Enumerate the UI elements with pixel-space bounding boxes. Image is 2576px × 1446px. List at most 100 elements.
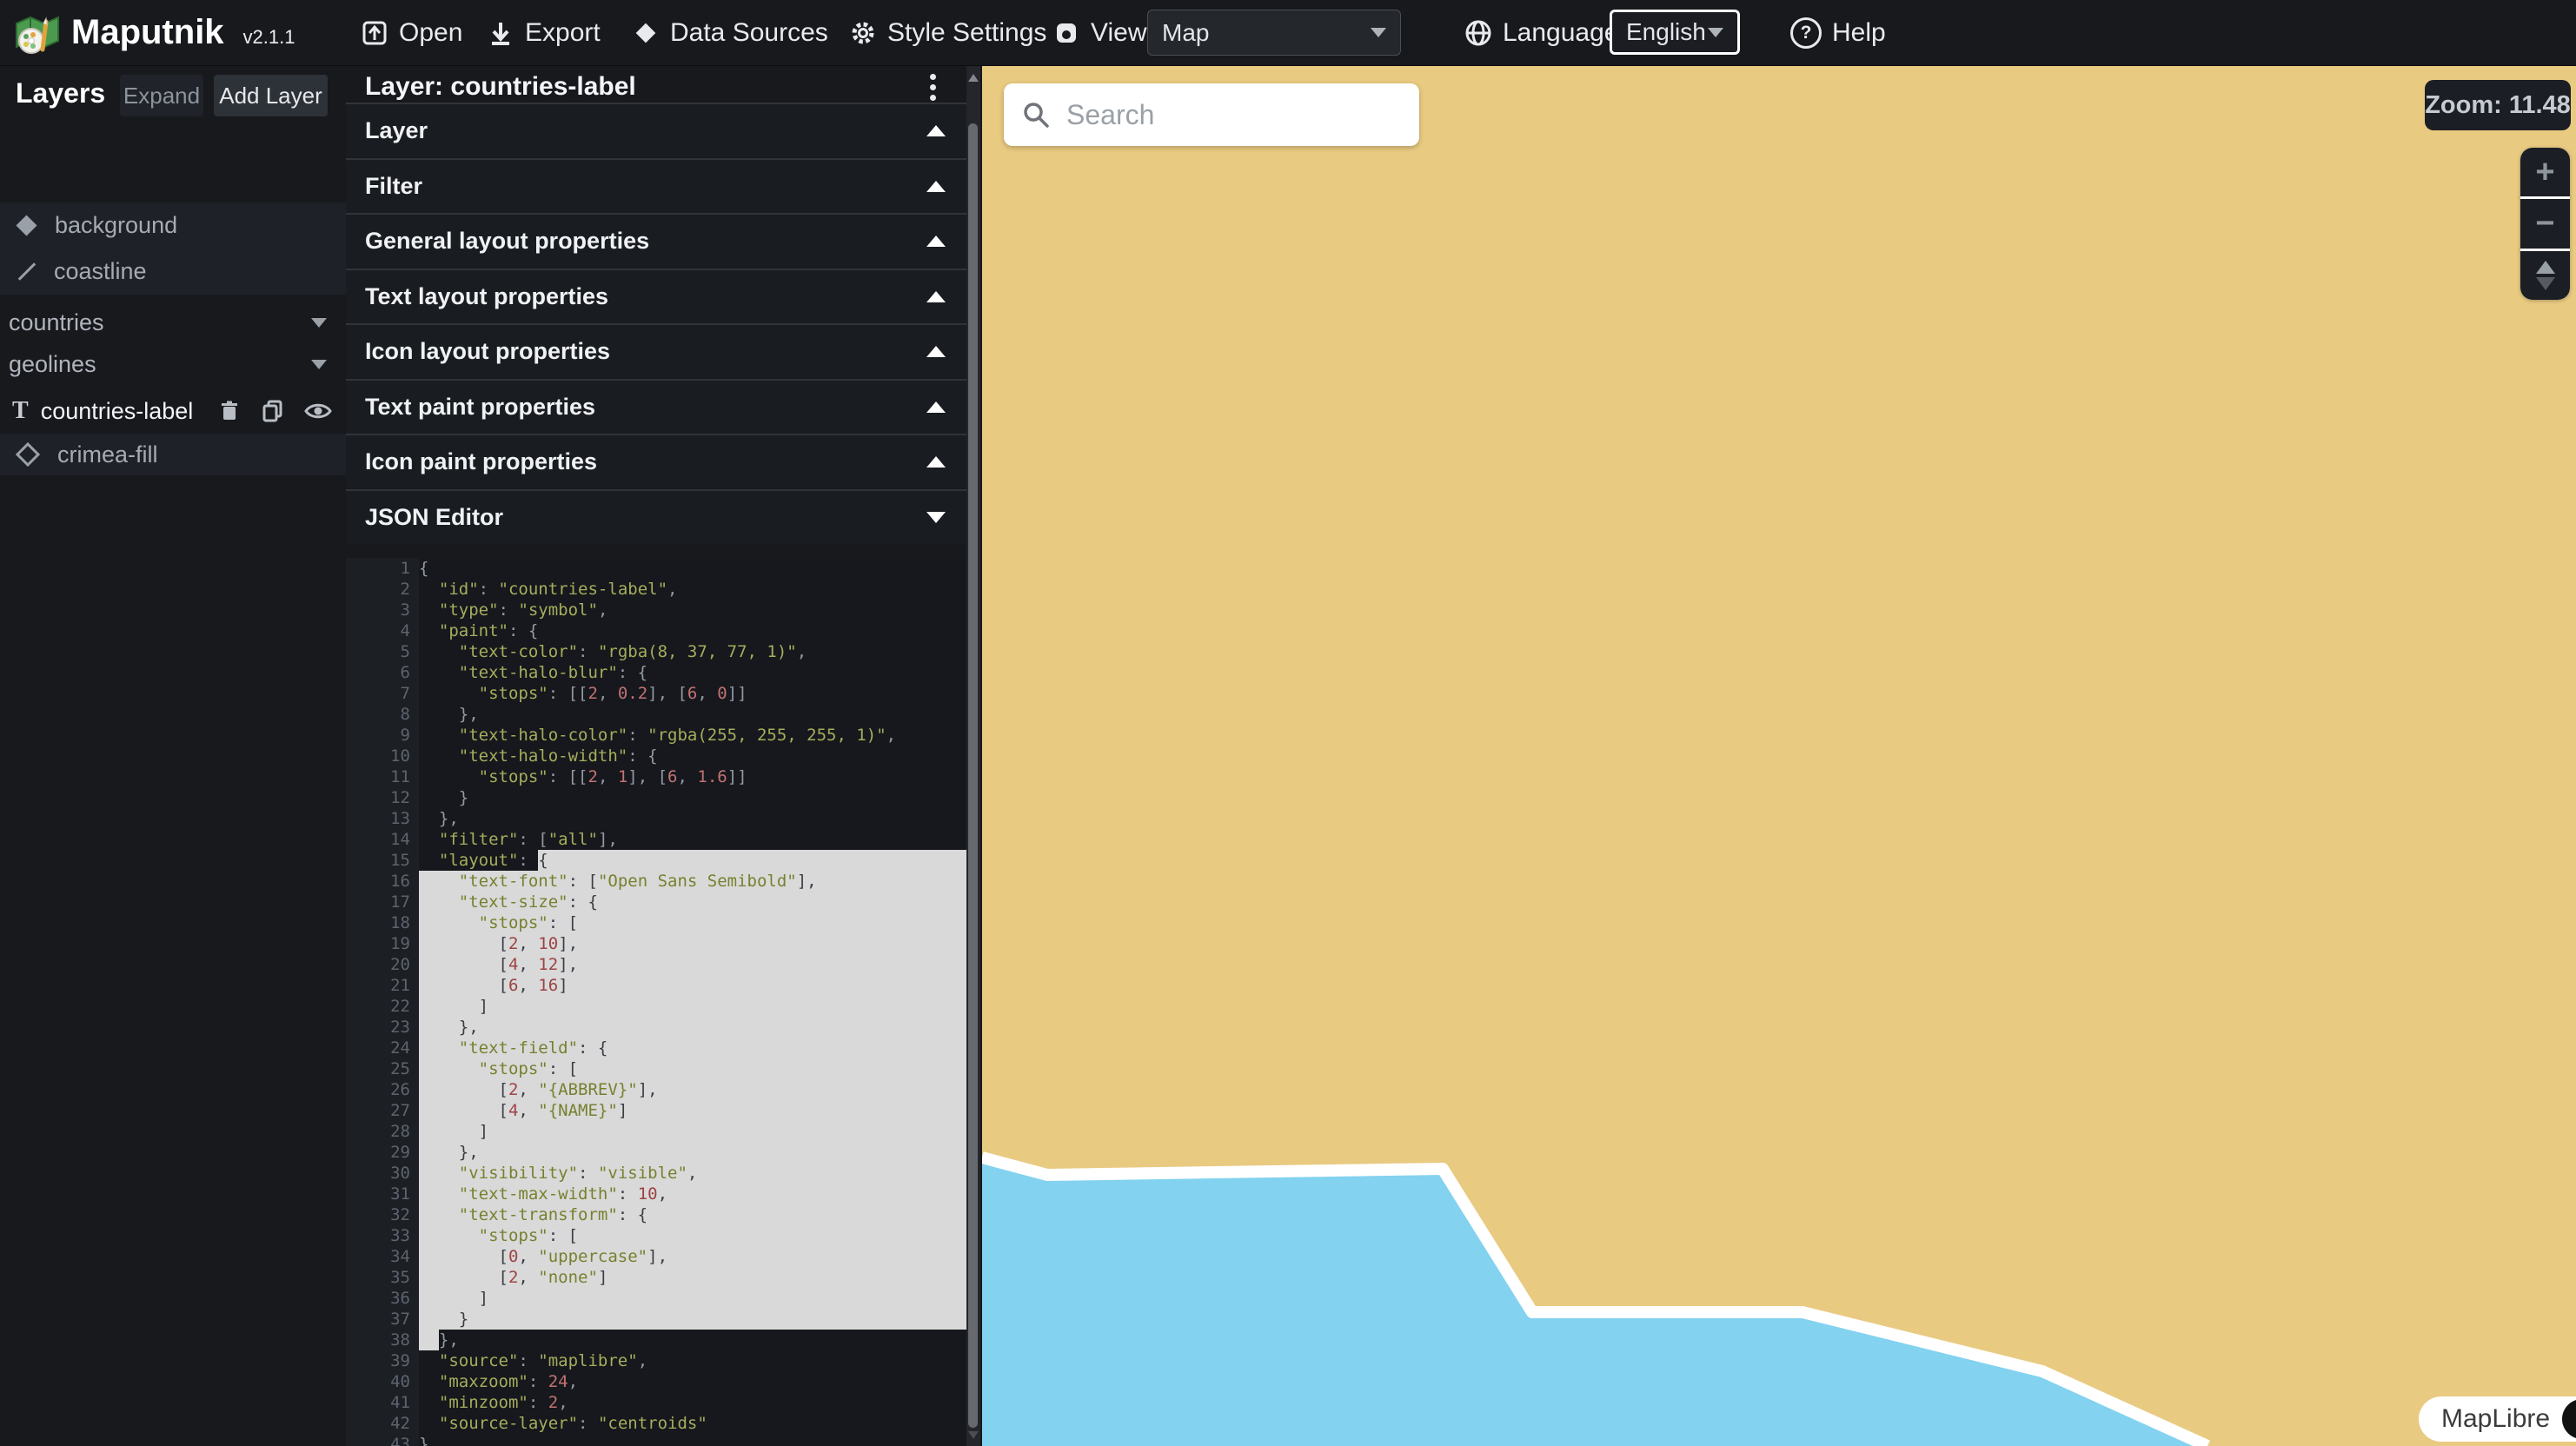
scroll-down-icon[interactable] (968, 1431, 979, 1439)
code-line-27[interactable]: [4, "{NAME}"] (419, 1100, 968, 1121)
code-line-12[interactable]: } (419, 787, 968, 808)
code-line-37[interactable]: } (419, 1309, 968, 1330)
help-label: Help (1832, 18, 1886, 48)
code-line-16[interactable]: "text-font": ["Open Sans Semibold"], (419, 871, 968, 892)
code-line-30[interactable]: "visibility": "visible", (419, 1163, 968, 1184)
code-line-2[interactable]: "id": "countries-label", (419, 579, 968, 600)
scrollbar-thumb[interactable] (968, 123, 978, 1428)
code-line-31[interactable]: "text-max-width": 10, (419, 1184, 968, 1204)
language-select[interactable]: English (1610, 10, 1740, 55)
layer-item-crimea-fill[interactable]: crimea-fill (0, 434, 346, 475)
section-icon-paint-properties[interactable]: Icon paint properties (346, 434, 968, 488)
code-line-38[interactable]: }, (419, 1330, 968, 1350)
code-line-39[interactable]: "source": "maplibre", (419, 1350, 968, 1371)
line-number: 2 (346, 579, 410, 600)
menu-item-export[interactable]: Export (487, 0, 601, 65)
section-filter[interactable]: Filter (346, 158, 968, 213)
code-line-42[interactable]: "source-layer": "centroids" (419, 1413, 968, 1434)
code-line-33[interactable]: "stops": [ (419, 1225, 968, 1246)
menu-item-label: Style Settings (887, 18, 1046, 48)
layer-item-coastline[interactable]: coastline (0, 249, 346, 295)
chevron-down-icon[interactable] (311, 360, 327, 369)
code-line-6[interactable]: "text-halo-blur": { (419, 662, 968, 683)
code-line-26[interactable]: [2, "{ABBREV}"], (419, 1079, 968, 1100)
code-line-7[interactable]: "stops": [[2, 0.2], [6, 0]] (419, 683, 968, 704)
section-text-paint-properties[interactable]: Text paint properties (346, 379, 968, 434)
view-mode-select[interactable]: Map (1147, 10, 1401, 56)
code-line-9[interactable]: "text-halo-color": "rgba(255, 255, 255, … (419, 725, 968, 746)
code-line-22[interactable]: ] (419, 996, 968, 1017)
menu-item-open[interactable]: Open (361, 0, 462, 65)
code-line-17[interactable]: "text-size": { (419, 892, 968, 912)
code-line-3[interactable]: "type": "symbol", (419, 600, 968, 620)
code-line-25[interactable]: "stops": [ (419, 1058, 968, 1079)
section-icon-layout-properties[interactable]: Icon layout properties (346, 323, 968, 378)
zoom-level-badge: Zoom: 11.48 (2425, 80, 2571, 130)
pitch-toggle-button[interactable] (2520, 251, 2570, 300)
zoom-in-button[interactable]: + (2520, 148, 2570, 196)
json-editor[interactable]: 1234567891011121314151617181920212223242… (346, 558, 968, 1446)
expand-button[interactable]: Expand (120, 75, 203, 116)
map-canvas[interactable]: Search Zoom: 11.48 + − MapLibre i (982, 65, 2576, 1446)
zoom-out-button[interactable]: − (2520, 199, 2570, 248)
json-editor-gutter: 1234567891011121314151617181920212223242… (346, 558, 419, 1446)
section-general-layout-properties[interactable]: General layout properties (346, 213, 968, 268)
scroll-up-icon[interactable] (968, 74, 979, 82)
code-line-34[interactable]: [0, "uppercase"], (419, 1246, 968, 1267)
code-line-10[interactable]: "text-halo-width": { (419, 746, 968, 766)
code-line-32[interactable]: "text-transform": { (419, 1204, 968, 1225)
code-line-20[interactable]: [4, 12], (419, 954, 968, 975)
code-line-28[interactable]: ] (419, 1121, 968, 1142)
section-label: Icon paint properties (365, 448, 597, 475)
info-icon[interactable]: i (2562, 1399, 2576, 1439)
add-layer-button[interactable]: Add Layer (214, 75, 328, 116)
layer-group-countries[interactable]: countries (0, 302, 346, 343)
globe-icon (1464, 19, 1492, 47)
line-number: 42 (346, 1413, 410, 1434)
section-json-editor[interactable]: JSON Editor (346, 489, 968, 544)
code-line-24[interactable]: "text-field": { (419, 1038, 968, 1058)
line-number: 6 (346, 662, 410, 683)
code-line-21[interactable]: [6, 16] (419, 975, 968, 996)
code-line-1[interactable]: { (419, 558, 968, 579)
code-line-43[interactable]: } (419, 1434, 968, 1446)
chevron-down-icon[interactable] (311, 318, 327, 328)
code-line-14[interactable]: "filter": ["all"], (419, 829, 968, 850)
data-sources-icon (632, 19, 660, 47)
delete-icon[interactable] (217, 399, 242, 423)
line-number: 28 (346, 1121, 410, 1142)
code-line-4[interactable]: "paint": { (419, 620, 968, 641)
code-line-19[interactable]: [2, 10], (419, 933, 968, 954)
duplicate-icon[interactable] (261, 399, 285, 423)
code-line-29[interactable]: }, (419, 1142, 968, 1163)
json-editor-code[interactable]: { "id": "countries-label", "type": "symb… (419, 558, 968, 1446)
code-line-23[interactable]: }, (419, 1017, 968, 1038)
language-value: English (1626, 18, 1706, 46)
visibility-icon[interactable] (304, 399, 332, 423)
menu-item-style-settings[interactable]: Style Settings (849, 0, 1046, 65)
code-line-5[interactable]: "text-color": "rgba(8, 37, 77, 1)", (419, 641, 968, 662)
code-line-8[interactable]: }, (419, 704, 968, 725)
code-line-18[interactable]: "stops": [ (419, 912, 968, 933)
map-render (982, 65, 2576, 1446)
code-line-35[interactable]: [2, "none"] (419, 1267, 968, 1288)
attribution-text: MapLibre (2441, 1404, 2550, 1434)
section-text-layout-properties[interactable]: Text layout properties (346, 269, 968, 323)
layer-item-countries-label[interactable]: Tcountries-label (0, 388, 346, 434)
search-placeholder: Search (1066, 99, 1154, 131)
code-line-13[interactable]: }, (419, 808, 968, 829)
code-line-36[interactable]: ] (419, 1288, 968, 1309)
menu-item-data-sources[interactable]: Data Sources (632, 0, 828, 65)
code-line-41[interactable]: "minzoom": 2, (419, 1392, 968, 1413)
collapse-down-icon (926, 512, 946, 523)
editor-scrollbar[interactable] (966, 65, 980, 1446)
layer-group-geolines[interactable]: geolines (0, 343, 346, 385)
map-search-input[interactable]: Search (1004, 83, 1419, 146)
layer-item-background[interactable]: background (0, 202, 346, 249)
code-line-40[interactable]: "maxzoom": 24, (419, 1371, 968, 1392)
code-line-15[interactable]: "layout": { (419, 850, 968, 871)
layer-options-icon[interactable] (920, 74, 946, 103)
help-menu-item[interactable]: ? Help (1790, 0, 1886, 65)
section-layer[interactable]: Layer (346, 103, 968, 157)
code-line-11[interactable]: "stops": [[2, 1], [6, 1.6]] (419, 766, 968, 787)
